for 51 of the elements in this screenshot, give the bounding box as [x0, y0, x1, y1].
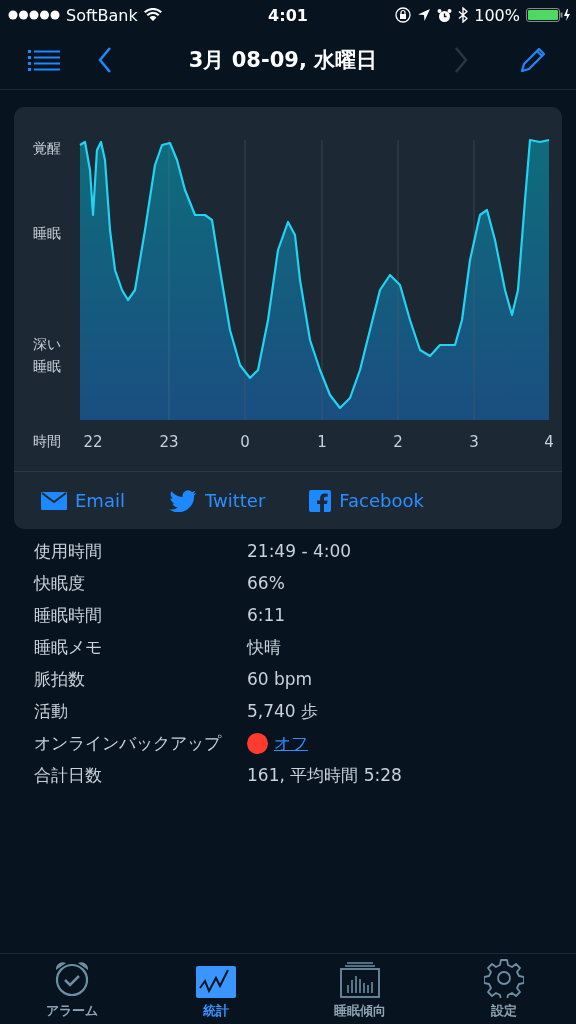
detail-value: 60 bpm	[247, 669, 313, 689]
x-axis-label: 1	[317, 433, 327, 451]
x-axis-label: 0	[240, 433, 250, 451]
detail-label: 睡眠メモ	[34, 635, 103, 659]
envelope-icon	[41, 491, 67, 510]
bluetooth-icon	[458, 7, 469, 23]
y-axis-label: 覚醒	[33, 139, 62, 158]
location-arrow-icon	[417, 8, 432, 22]
carrier-name: SoftBank	[66, 5, 138, 25]
date-title: 3月 08-09, 水曜日	[187, 46, 379, 74]
detail-label: 快眠度	[34, 571, 86, 595]
detail-label: 活動	[34, 699, 69, 723]
bird-icon	[168, 489, 197, 512]
facebook-icon	[309, 489, 332, 512]
signal-icon	[8, 10, 60, 20]
battery-icon	[526, 7, 570, 23]
settings-icon	[484, 958, 524, 998]
rotation-lock-icon	[395, 7, 412, 23]
detail-label: 使用時間	[34, 539, 103, 563]
detail-label: 睡眠時間	[34, 603, 103, 627]
x-axis-label: 23	[159, 433, 179, 451]
detail-label: 脈拍数	[34, 667, 86, 691]
x-axis-label: 2	[393, 433, 403, 451]
tab-bar-item[interactable]: 統計	[144, 954, 288, 1024]
x-axis-title: 時間	[33, 433, 61, 451]
detail-value: 21:49 - 4:00	[247, 541, 352, 561]
x-axis-label: 4	[544, 433, 554, 451]
detail-value: 5,740 歩	[247, 699, 319, 723]
line-graph-icon	[196, 966, 236, 998]
y-axis-label: 深い睡眠	[33, 335, 62, 376]
wifi-icon	[143, 8, 162, 22]
tab-bar-item[interactable]: アラーム	[0, 954, 144, 1024]
tab-bar-item[interactable]: 睡眠傾向	[288, 954, 432, 1024]
detail-value: 快晴	[247, 635, 281, 659]
detail-value: 161, 平均時間 5:28	[247, 763, 402, 787]
battery-percent: 100%	[474, 5, 520, 25]
detail-value: 6:11	[247, 605, 286, 625]
share-link[interactable]: Facebook	[309, 489, 424, 512]
share-link[interactable]: Email	[41, 490, 125, 511]
detail-label: オンラインバックアップ	[34, 731, 223, 755]
detail-label: 合計日数	[34, 763, 103, 787]
tab-bar-item[interactable]: 設定	[432, 954, 576, 1024]
clock-time: 4:01	[268, 5, 308, 25]
x-axis-label: 22	[83, 433, 103, 451]
share-link[interactable]: Twitter	[168, 489, 266, 512]
x-axis-label: 3	[469, 433, 479, 451]
alarm-clock-icon	[437, 7, 453, 23]
backup-link[interactable]: オフ	[274, 731, 308, 755]
y-axis-label: 睡眠	[33, 224, 62, 243]
detail-value: 66%	[247, 573, 285, 593]
bar-chart-icon	[340, 962, 380, 998]
